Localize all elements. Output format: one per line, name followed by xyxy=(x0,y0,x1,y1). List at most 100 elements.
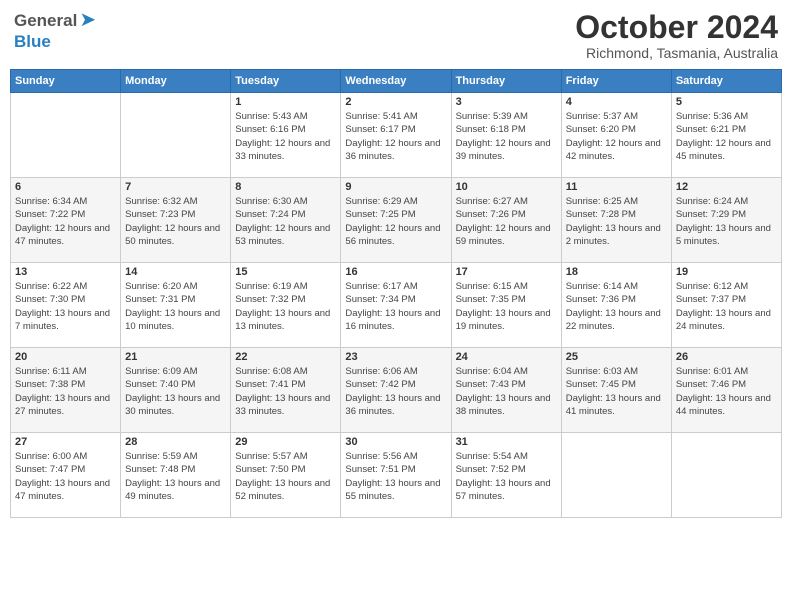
day-number: 6 xyxy=(15,181,116,193)
day-info: Sunrise: 5:59 AMSunset: 7:48 PMDaylight:… xyxy=(125,450,226,503)
calendar-day-cell: 25 Sunrise: 6:03 AMSunset: 7:45 PMDayligh… xyxy=(561,348,671,433)
logo-bird-icon: ➤ xyxy=(79,7,96,32)
day-info: Sunrise: 6:00 AMSunset: 7:47 PMDaylight:… xyxy=(15,450,116,503)
calendar-day-cell xyxy=(121,93,231,178)
day-info: Sunrise: 5:36 AMSunset: 6:21 PMDaylight:… xyxy=(676,110,777,163)
day-number: 2 xyxy=(345,96,446,108)
location: Richmond, Tasmania, Australia xyxy=(575,45,778,61)
day-number: 30 xyxy=(345,436,446,448)
calendar-day-cell: 16 Sunrise: 6:17 AMSunset: 7:34 PMDayligh… xyxy=(341,263,451,348)
day-info: Sunrise: 6:25 AMSunset: 7:28 PMDaylight:… xyxy=(566,195,667,248)
calendar-day-cell: 27 Sunrise: 6:00 AMSunset: 7:47 PMDayligh… xyxy=(11,433,121,518)
calendar-day-cell: 15 Sunrise: 6:19 AMSunset: 7:32 PMDayligh… xyxy=(231,263,341,348)
day-info: Sunrise: 5:37 AMSunset: 6:20 PMDaylight:… xyxy=(566,110,667,163)
day-number: 25 xyxy=(566,351,667,363)
day-info: Sunrise: 5:39 AMSunset: 6:18 PMDaylight:… xyxy=(456,110,557,163)
weekday-header-saturday: Saturday xyxy=(671,70,781,93)
calendar-day-cell: 21Sunrise: 6:09 AMSunset: 7:40 PMDayligh… xyxy=(121,348,231,433)
day-number: 27 xyxy=(15,436,116,448)
day-info: Sunrise: 6:14 AMSunset: 7:36 PMDaylight:… xyxy=(566,280,667,333)
day-number: 16 xyxy=(345,266,446,278)
calendar-week-1: 1 Sunrise: 5:43 AMSunset: 6:16 PMDaylight… xyxy=(11,93,782,178)
logo: General ➤ Blue xyxy=(14,10,96,52)
day-number: 20 xyxy=(15,351,116,363)
day-number: 31 xyxy=(456,436,557,448)
day-info: Sunrise: 6:32 AMSunset: 7:23 PMDaylight:… xyxy=(125,195,226,248)
day-number: 12 xyxy=(676,181,777,193)
day-number: 7 xyxy=(125,181,226,193)
day-number: 15 xyxy=(235,266,336,278)
calendar-day-cell: 19 Sunrise: 6:12 AMSunset: 7:37 PMDayligh… xyxy=(671,263,781,348)
day-number: 1 xyxy=(235,96,336,108)
calendar-week-2: 6Sunrise: 6:34 AMSunset: 7:22 PMDaylight… xyxy=(11,178,782,263)
title-area: October 2024 Richmond, Tasmania, Austral… xyxy=(575,10,778,61)
calendar-day-cell: 7 Sunrise: 6:32 AMSunset: 7:23 PMDaylight… xyxy=(121,178,231,263)
day-info: Sunrise: 6:08 AMSunset: 7:41 PMDaylight:… xyxy=(235,365,336,418)
day-number: 3 xyxy=(456,96,557,108)
calendar-day-cell: 28Sunrise: 5:59 AMSunset: 7:48 PMDayligh… xyxy=(121,433,231,518)
calendar-day-cell: 26 Sunrise: 6:01 AMSunset: 7:46 PMDayligh… xyxy=(671,348,781,433)
day-info: Sunrise: 6:27 AMSunset: 7:26 PMDaylight:… xyxy=(456,195,557,248)
calendar-day-cell: 3 Sunrise: 5:39 AMSunset: 6:18 PMDaylight… xyxy=(451,93,561,178)
calendar-day-cell: 12 Sunrise: 6:24 AMSunset: 7:29 PMDayligh… xyxy=(671,178,781,263)
day-number: 10 xyxy=(456,181,557,193)
calendar-day-cell: 2 Sunrise: 5:41 AMSunset: 6:17 PMDaylight… xyxy=(341,93,451,178)
day-number: 26 xyxy=(676,351,777,363)
calendar-day-cell: 13Sunrise: 6:22 AMSunset: 7:30 PMDayligh… xyxy=(11,263,121,348)
calendar-day-cell: 22 Sunrise: 6:08 AMSunset: 7:41 PMDayligh… xyxy=(231,348,341,433)
day-info: Sunrise: 6:24 AMSunset: 7:29 PMDaylight:… xyxy=(676,195,777,248)
calendar-day-cell: 30 Sunrise: 5:56 AMSunset: 7:51 PMDayligh… xyxy=(341,433,451,518)
day-number: 29 xyxy=(235,436,336,448)
day-number: 11 xyxy=(566,181,667,193)
calendar-day-cell: 14Sunrise: 6:20 AMSunset: 7:31 PMDayligh… xyxy=(121,263,231,348)
calendar-table: SundayMondayTuesdayWednesdayThursdayFrid… xyxy=(10,69,782,518)
day-info: Sunrise: 6:11 AMSunset: 7:38 PMDaylight:… xyxy=(15,365,116,418)
day-info: Sunrise: 6:12 AMSunset: 7:37 PMDaylight:… xyxy=(676,280,777,333)
calendar-day-cell: 18 Sunrise: 6:14 AMSunset: 7:36 PMDayligh… xyxy=(561,263,671,348)
day-number: 14 xyxy=(125,266,226,278)
day-number: 4 xyxy=(566,96,667,108)
day-number: 21 xyxy=(125,351,226,363)
page-container: General ➤ Blue October 2024 Richmond, Ta… xyxy=(10,10,782,518)
calendar-day-cell: 20 Sunrise: 6:11 AMSunset: 7:38 PMDayligh… xyxy=(11,348,121,433)
day-info: Sunrise: 5:43 AMSunset: 6:16 PMDaylight:… xyxy=(235,110,336,163)
day-info: Sunrise: 6:03 AMSunset: 7:45 PMDaylight:… xyxy=(566,365,667,418)
day-number: 18 xyxy=(566,266,667,278)
day-info: Sunrise: 5:56 AMSunset: 7:51 PMDaylight:… xyxy=(345,450,446,503)
weekday-header-monday: Monday xyxy=(121,70,231,93)
day-number: 17 xyxy=(456,266,557,278)
calendar-week-4: 20 Sunrise: 6:11 AMSunset: 7:38 PMDayligh… xyxy=(11,348,782,433)
calendar-day-cell: 31Sunrise: 5:54 AMSunset: 7:52 PMDayligh… xyxy=(451,433,561,518)
page-header: General ➤ Blue October 2024 Richmond, Ta… xyxy=(10,10,782,61)
calendar-day-cell: 10 Sunrise: 6:27 AMSunset: 7:26 PMDayligh… xyxy=(451,178,561,263)
weekday-header-thursday: Thursday xyxy=(451,70,561,93)
day-info: Sunrise: 6:15 AMSunset: 7:35 PMDaylight:… xyxy=(456,280,557,333)
day-number: 24 xyxy=(456,351,557,363)
calendar-day-cell: 5 Sunrise: 5:36 AMSunset: 6:21 PMDaylight… xyxy=(671,93,781,178)
day-number: 19 xyxy=(676,266,777,278)
day-number: 8 xyxy=(235,181,336,193)
calendar-day-cell xyxy=(11,93,121,178)
calendar-week-3: 13Sunrise: 6:22 AMSunset: 7:30 PMDayligh… xyxy=(11,263,782,348)
weekday-header-sunday: Sunday xyxy=(11,70,121,93)
calendar-day-cell: 6Sunrise: 6:34 AMSunset: 7:22 PMDaylight… xyxy=(11,178,121,263)
calendar-day-cell xyxy=(561,433,671,518)
day-number: 13 xyxy=(15,266,116,278)
day-info: Sunrise: 5:57 AMSunset: 7:50 PMDaylight:… xyxy=(235,450,336,503)
day-number: 23 xyxy=(345,351,446,363)
day-info: Sunrise: 6:04 AMSunset: 7:43 PMDaylight:… xyxy=(456,365,557,418)
weekday-header-tuesday: Tuesday xyxy=(231,70,341,93)
calendar-day-cell: 9Sunrise: 6:29 AMSunset: 7:25 PMDaylight… xyxy=(341,178,451,263)
day-info: Sunrise: 6:19 AMSunset: 7:32 PMDaylight:… xyxy=(235,280,336,333)
calendar-day-cell: 23Sunrise: 6:06 AMSunset: 7:42 PMDayligh… xyxy=(341,348,451,433)
day-info: Sunrise: 6:01 AMSunset: 7:46 PMDaylight:… xyxy=(676,365,777,418)
day-number: 22 xyxy=(235,351,336,363)
day-info: Sunrise: 6:17 AMSunset: 7:34 PMDaylight:… xyxy=(345,280,446,333)
weekday-header-friday: Friday xyxy=(561,70,671,93)
logo-general: General xyxy=(14,11,77,31)
calendar-day-cell: 11 Sunrise: 6:25 AMSunset: 7:28 PMDayligh… xyxy=(561,178,671,263)
month-title: October 2024 xyxy=(575,10,778,45)
calendar-day-cell: 4 Sunrise: 5:37 AMSunset: 6:20 PMDaylight… xyxy=(561,93,671,178)
day-number: 5 xyxy=(676,96,777,108)
day-info: Sunrise: 5:41 AMSunset: 6:17 PMDaylight:… xyxy=(345,110,446,163)
